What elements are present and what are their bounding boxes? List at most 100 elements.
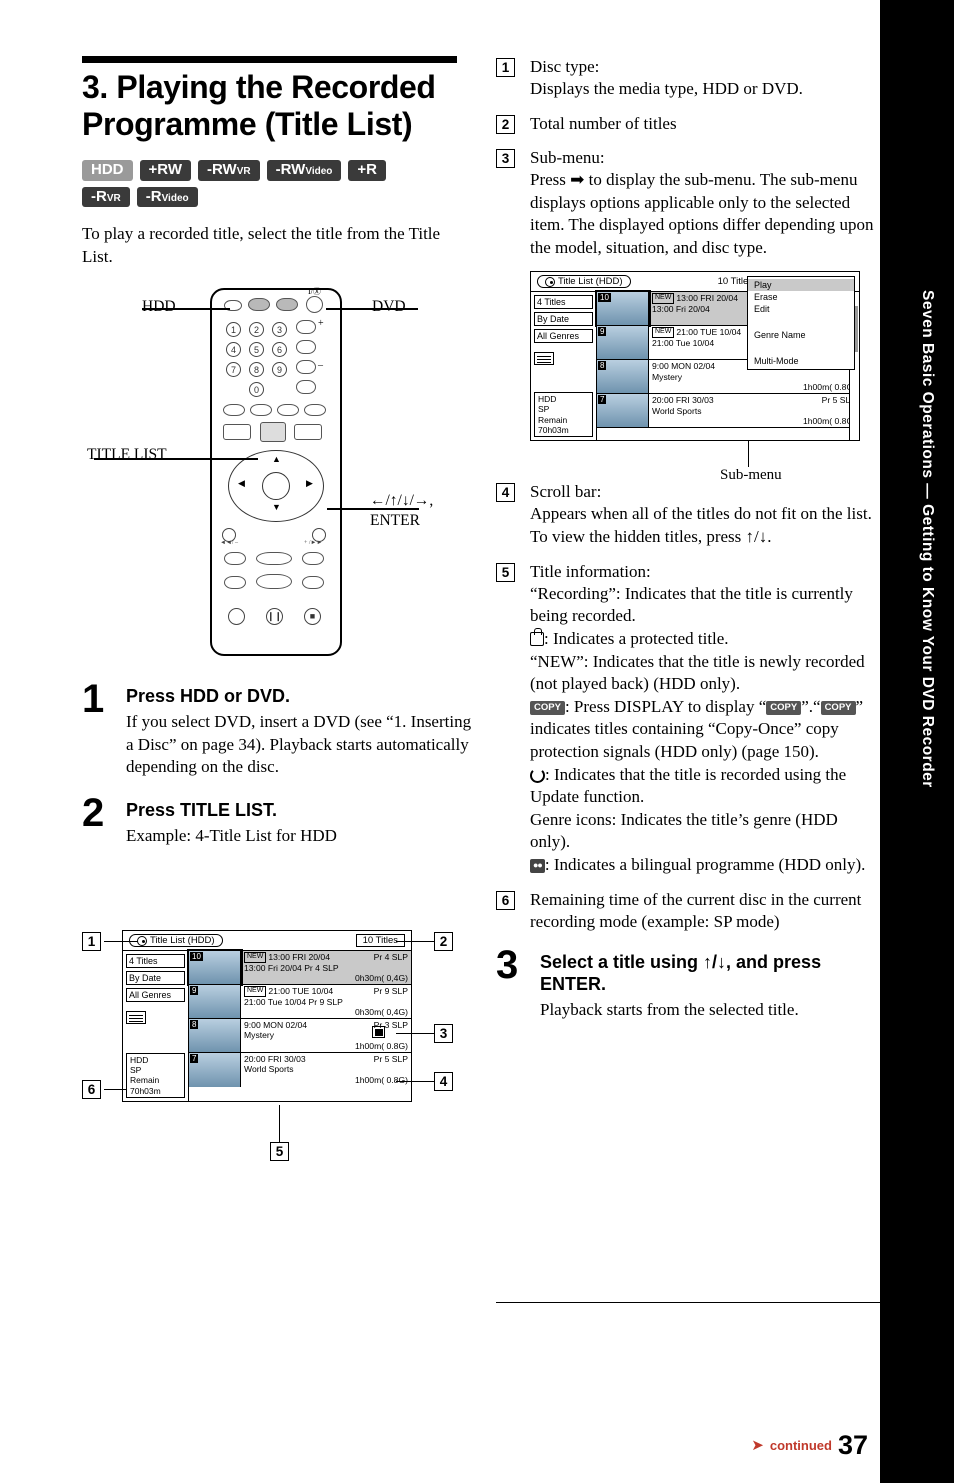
row-info: 20:00 FRI 30/03 Pr 5 SLP World Sports 1h0… <box>241 1053 411 1087</box>
row-number: 9 <box>598 327 607 337</box>
remain-box: HDD SP Remain 70h03m <box>534 391 593 438</box>
badge-minus-r-vr: -R VR <box>82 186 130 208</box>
item-body: Press ➡ to display the sub-menu. The sub… <box>530 169 874 257</box>
row-number: 7 <box>598 395 607 405</box>
callout-5: 5 <box>270 1142 289 1161</box>
callout-4: 4 <box>434 1072 453 1091</box>
disc-icon <box>137 935 147 946</box>
remote-key-8: 8 <box>249 362 264 378</box>
submenu-item-edit[interactable]: Edit <box>748 303 854 315</box>
remote-btn-pause: ❙❙ <box>266 608 283 626</box>
remote-key-4: 4 <box>226 342 241 358</box>
row-number: 7 <box>190 1054 199 1063</box>
table-row[interactable]: 7 20:00 FRI 30/03 Pr 5 SLP World Sports 1… <box>189 1053 411 1087</box>
remain-box: HDD SP Remain 70h03m <box>126 1052 185 1098</box>
step-1-body: If you select DVD, insert a DVD (see “1.… <box>126 711 472 777</box>
remote-btn-stop: ■ <box>304 608 321 626</box>
label-enter: ENTER <box>370 512 420 530</box>
remote-btn-misc2 <box>296 380 316 395</box>
new-badge: NEW <box>244 986 267 997</box>
filter-bydate[interactable]: By Date <box>126 971 185 985</box>
remote-btn-rec <box>228 608 245 626</box>
page-title: 3. Playing the Recorded Programme (Title… <box>82 69 436 143</box>
item-head: Disc type: <box>530 57 600 76</box>
item-number: 3 <box>496 148 515 168</box>
minus-icon: – <box>318 360 323 372</box>
dpad-right-icon: ▶ <box>306 478 313 489</box>
item-total-titles: 2 Total number of titles <box>496 113 880 135</box>
remote-btn-ch-up <box>296 320 316 335</box>
item-number: 1 <box>496 58 515 77</box>
submenu-screen: Title List (HDD) 10 Titles 4 Titles By D… <box>530 271 860 442</box>
title-info-genre: Genre icons: Indicates the title’s genre… <box>530 809 838 852</box>
sub-menu-icon <box>126 1011 146 1024</box>
thumbnail[interactable]: 8 <box>189 1019 241 1052</box>
row-mode: Pr 4 SLP <box>373 952 408 962</box>
row-number: 8 <box>598 361 607 371</box>
remote-btn-power <box>306 296 323 314</box>
thumbnail[interactable]: 8 <box>597 360 649 394</box>
remain-sp: SP <box>130 1064 142 1075</box>
remote-body: I/Ⓧ 1 2 3 4 5 6 7 8 9 0 + – ▲ ▼ ◀ ▶ ◄◄/ … <box>210 287 342 657</box>
table-row[interactable]: 9 NEW 21:00 TUE 10/04 Pr 9 SLP 21:00 Tue 1… <box>189 985 411 1019</box>
item-scroll-bar: 4 Scroll bar: Appears when all of the ti… <box>496 481 880 548</box>
table-row[interactable]: 7 20:00 FRI 30/03 Pr 5 SLP World Sports 1… <box>597 394 859 429</box>
step-1: 1 Press HDD or DVD. If you select DVD, i… <box>82 679 472 779</box>
row-line2: World Sports <box>244 1064 294 1075</box>
title-info-copy: COPY: Press DISPLAY to display “COPY ”.“ C… <box>530 696 864 761</box>
thumbnail[interactable]: 7 <box>597 394 649 428</box>
filter-titles[interactable]: 4 Titles <box>534 295 593 310</box>
sub-menu-popup[interactable]: Play Erase Edit Genre Name Multi-Mode <box>747 276 855 371</box>
bottom-rule <box>496 1302 880 1303</box>
row-number: 10 <box>598 293 611 303</box>
row-size: 1h00m( 0.8G) <box>802 416 856 427</box>
callout-5-line <box>279 1105 281 1143</box>
submenu-item-genre-name[interactable]: Genre Name <box>748 329 854 341</box>
row-size: 1h00m( 0.8G) <box>354 1040 408 1051</box>
row-info: NEW 13:00 FRI 20/04 Pr 4 SLP 13:00 Fri 20/… <box>241 951 411 984</box>
row-line2: 13:00 Fri 20/04 <box>652 303 710 314</box>
filter-titles[interactable]: 4 Titles <box>126 954 185 968</box>
thumbnail[interactable]: 7 <box>189 1053 241 1087</box>
thumbnail[interactable]: 10 <box>595 290 651 328</box>
step-3: 3 Select a title using ↑/↓, and press EN… <box>496 945 880 1022</box>
callout-1: 1 <box>82 932 101 951</box>
submenu-caption-line <box>748 441 750 468</box>
submenu-item-erase[interactable]: Erase <box>748 291 854 303</box>
row-line2: Mystery <box>652 371 683 382</box>
badge-plus-r: +R <box>348 159 386 181</box>
callout-1-line <box>104 941 138 943</box>
row-line1: 21:00 TUE 10/04 <box>676 327 742 338</box>
table-row[interactable]: 10 NEW 13:00 FRI 20/04 Pr 4 SLP 13:00 Fri … <box>187 949 411 986</box>
callout-4-line <box>396 1081 434 1083</box>
filter-genres[interactable]: All Genres <box>126 988 185 1002</box>
callout-6-line <box>104 1089 126 1091</box>
thumbnail[interactable]: 10 <box>187 949 243 986</box>
thumbnail[interactable]: 9 <box>189 985 241 1018</box>
submenu-left-panel: 4 Titles By Date All Genres HDD SP Remai… <box>531 292 597 441</box>
item-number: 6 <box>496 890 515 910</box>
transport-label-right: + /►► <box>304 540 323 547</box>
row-size: 1h00m( 0.8G) <box>802 382 856 393</box>
remote-btn-f1 <box>223 404 245 417</box>
badge-hdd: HDD <box>82 159 133 181</box>
filter-genres[interactable]: All Genres <box>534 329 593 344</box>
remote-key-9: 9 <box>272 362 287 378</box>
left-column: 3. Playing the Recorded Programme (Title… <box>82 56 472 847</box>
row-mode: Pr 9 SLP <box>373 986 408 996</box>
screen-tab: Title List (HDD) <box>129 934 223 947</box>
dpad-left-icon: ◀ <box>238 478 245 489</box>
submenu-item-multi-mode[interactable]: Multi-Mode <box>748 355 854 367</box>
submenu-item-play[interactable]: Play <box>748 279 854 292</box>
label-dvd: DVD <box>372 298 406 316</box>
row-line2: 21:00 Tue 10/04 <box>652 337 715 348</box>
side-tab-label: Seven Basic Operations — Getting to Know… <box>919 290 936 788</box>
row-number: 10 <box>190 952 203 961</box>
page-footer: ➤ continued 37 <box>751 1430 868 1461</box>
thumbnail[interactable]: 9 <box>597 326 649 360</box>
power-icon: I/Ⓧ <box>308 287 321 297</box>
page-number: 37 <box>837 1430 868 1460</box>
remote-key-7: 7 <box>226 362 241 378</box>
remote-btn-prev <box>224 576 246 590</box>
filter-bydate[interactable]: By Date <box>534 312 593 327</box>
